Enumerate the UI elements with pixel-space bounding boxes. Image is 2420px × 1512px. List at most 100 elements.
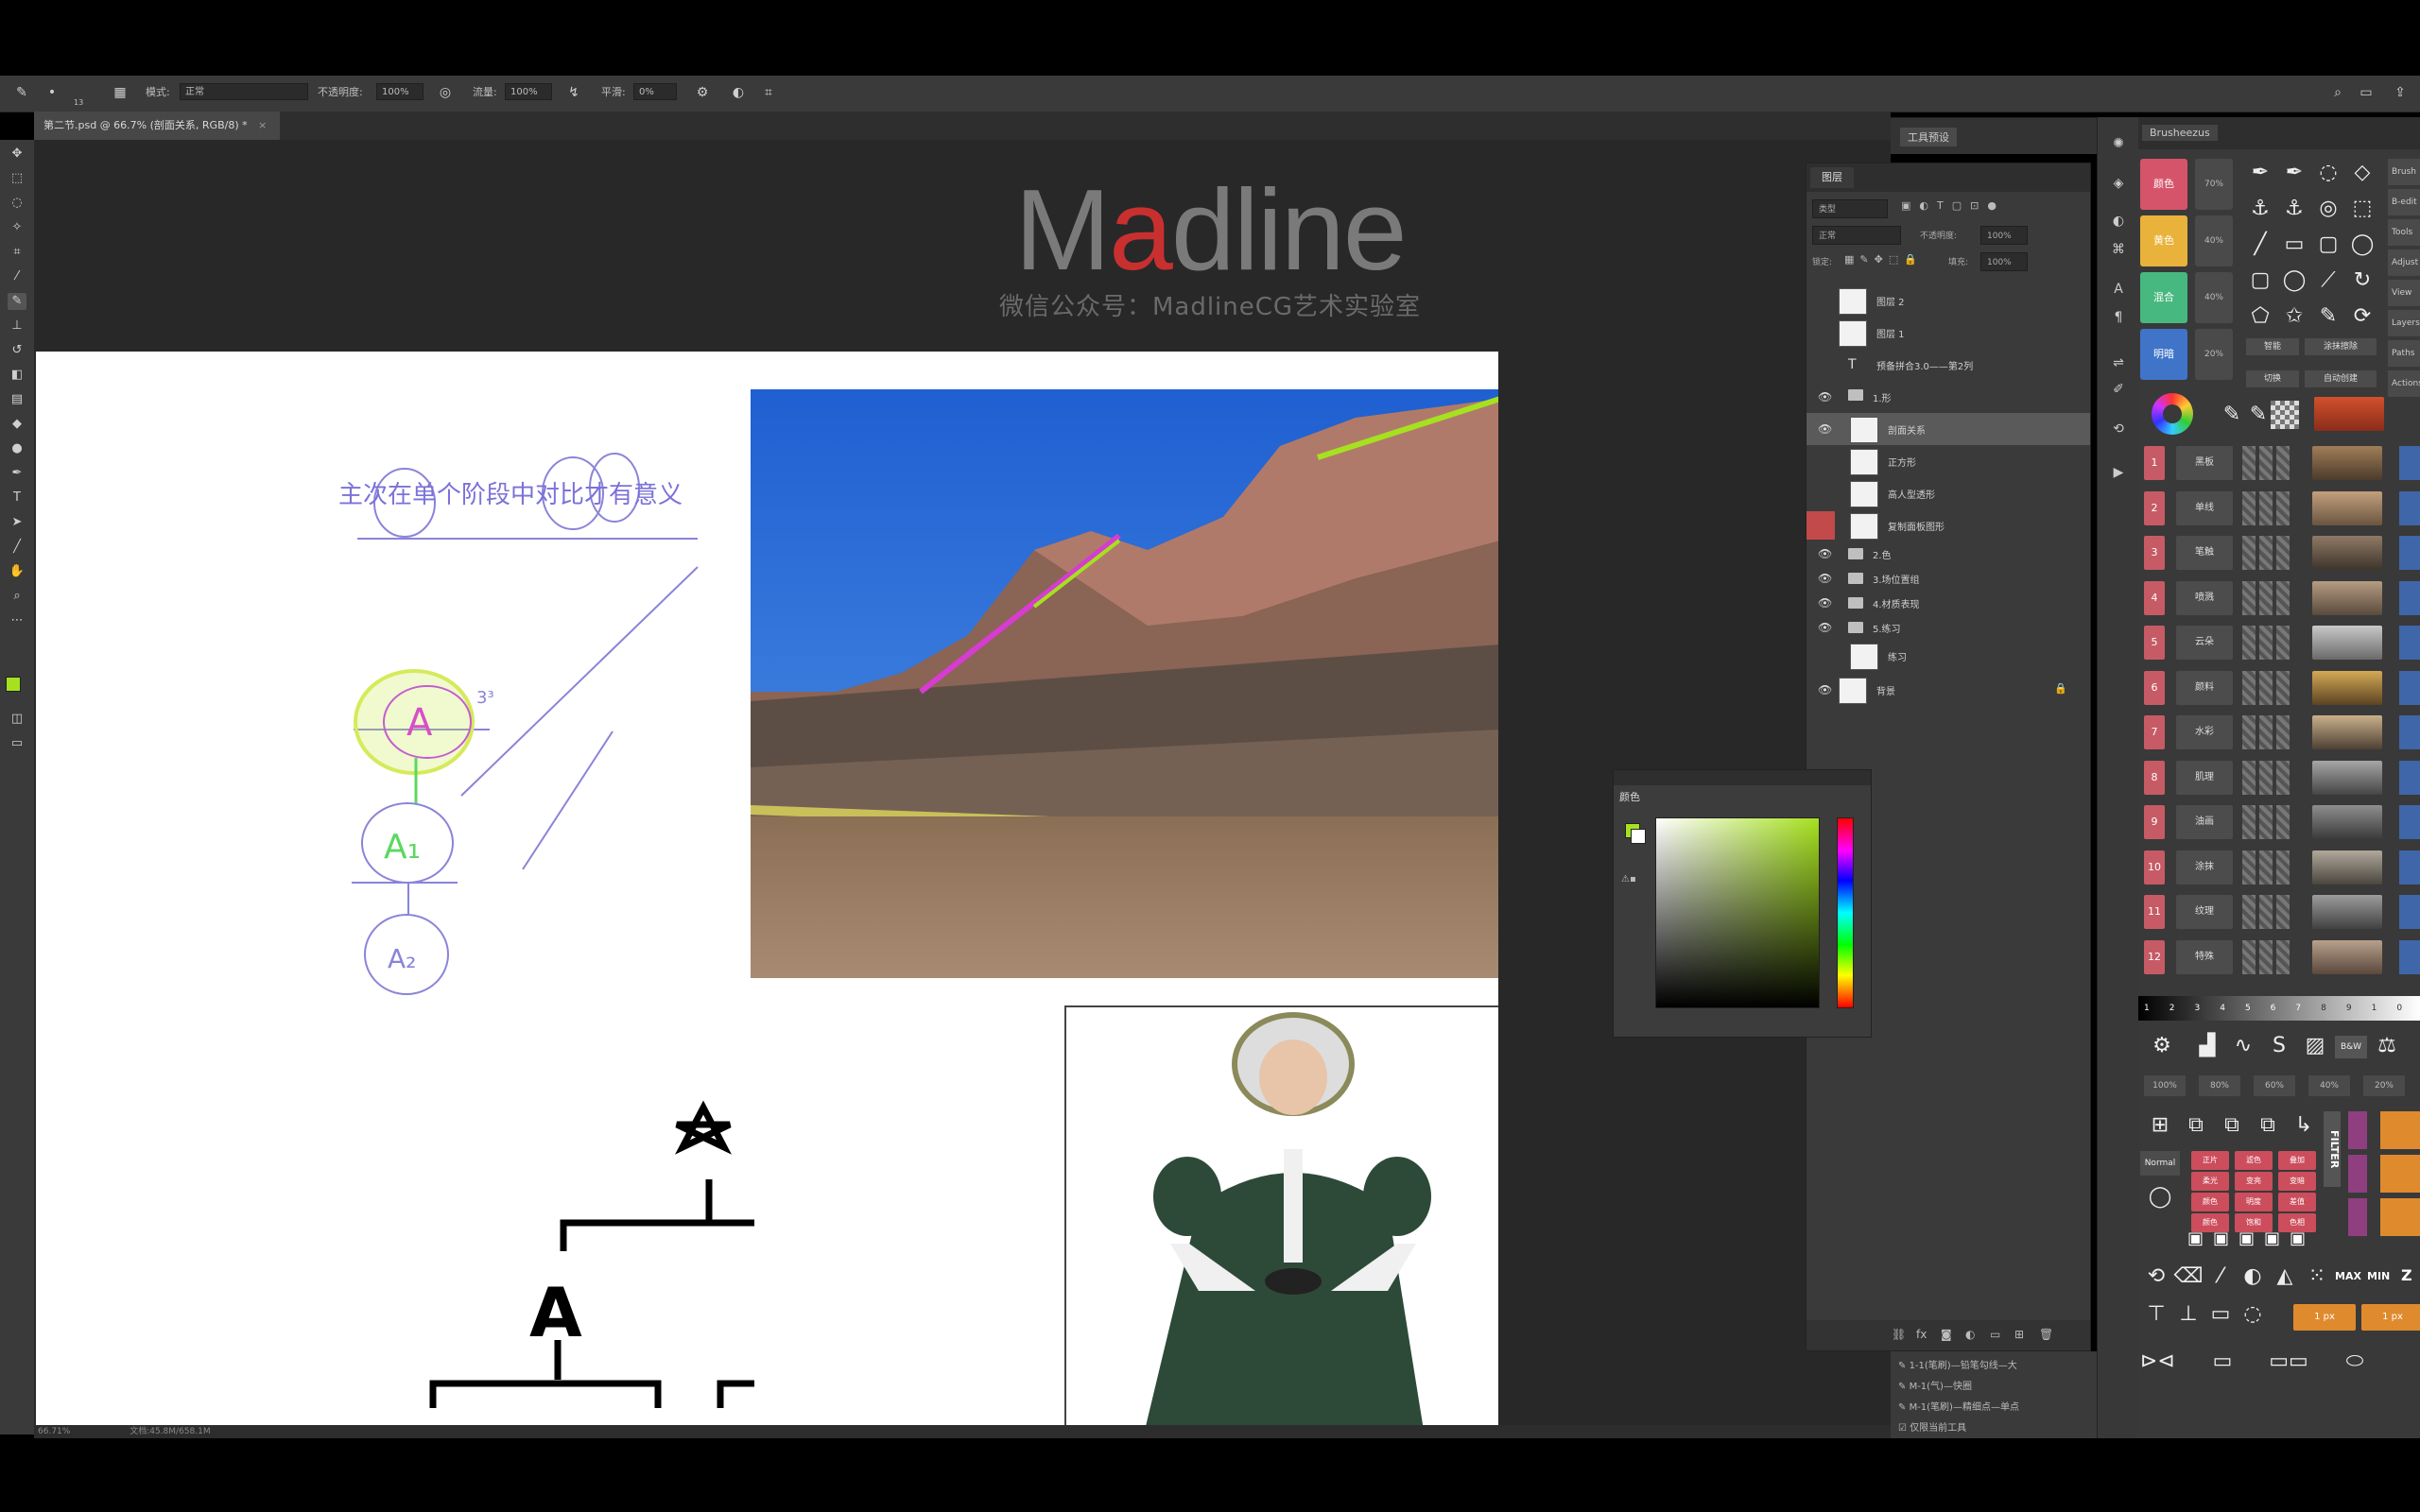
lasso-select-icon[interactable]: ◌: [2237, 1298, 2269, 1331]
brush-row-name[interactable]: 单线: [2176, 490, 2233, 525]
quick-mask-icon[interactable]: ◫: [8, 711, 26, 728]
layer-fill-input[interactable]: 100%: [1980, 252, 2028, 271]
visibility-eye-icon[interactable]: 👁: [1818, 547, 1832, 560]
layer-row[interactable]: 图层 2: [1806, 284, 2090, 317]
brush-icon[interactable]: ✎: [2314, 302, 2342, 331]
z-icon[interactable]: Z: [2401, 1266, 2412, 1284]
layer-row[interactable]: 复制面板图形: [1806, 509, 2090, 541]
visibility-eye-icon[interactable]: 👁: [1818, 683, 1832, 696]
normal-blend-button[interactable]: Normal: [2140, 1151, 2180, 1176]
brush-texture-swatch[interactable]: [2312, 536, 2382, 570]
brush-row-number[interactable]: 3: [2144, 536, 2165, 570]
blend-mode-button[interactable]: 变暗: [2278, 1172, 2316, 1191]
color-mode-button[interactable]: 颜色: [2140, 159, 2187, 210]
brush-row-name[interactable]: 特殊: [2176, 939, 2233, 974]
gradient-tool-icon[interactable]: ▤: [8, 391, 26, 408]
layer-row-selected[interactable]: 👁 剖面关系: [1806, 413, 2090, 445]
current-tool-only-checkbox[interactable]: ☑ 仅限当前工具: [1898, 1419, 1966, 1434]
s-curve-icon[interactable]: S: [2263, 1030, 2295, 1062]
channels-panel-icon[interactable]: ⇌: [2109, 353, 2128, 372]
gamut-warning-icon[interactable]: ⚠▪: [1621, 874, 1636, 885]
brusheezus-tab[interactable]: Brusheezus: [2142, 125, 2218, 141]
brush-row-number[interactable]: 11: [2144, 895, 2165, 929]
tool-preset-item[interactable]: ✎ M-1(笔刷)—精细点—单点: [1898, 1399, 2019, 1413]
value-mode-button[interactable]: 明暗: [2140, 329, 2187, 380]
brush-row-number[interactable]: 7: [2144, 715, 2165, 749]
brush-texture-swatch[interactable]: [2312, 490, 2382, 525]
lasso-icon[interactable]: ◌: [2314, 159, 2342, 187]
blend-icon[interactable]: ◐: [2237, 1261, 2269, 1293]
more-tools-icon[interactable]: ⋯: [8, 612, 26, 629]
anchor-icon[interactable]: ⚓: [2246, 195, 2274, 223]
blend-mode-button[interactable]: 差值: [2278, 1193, 2316, 1211]
foreground-color-swatch[interactable]: [6, 677, 21, 692]
blend-mode-button[interactable]: 柔光: [2191, 1172, 2229, 1191]
merge-down-icon[interactable]: ⧉: [2216, 1109, 2248, 1142]
layers-panel-icon[interactable]: ◈: [2109, 174, 2128, 193]
levels-icon[interactable]: ▟: [2191, 1030, 2223, 1062]
lasso-tool-icon[interactable]: ◌: [8, 195, 26, 212]
brush-row-name[interactable]: 云朵: [2176, 626, 2233, 660]
brush-texture-swatch[interactable]: [2312, 939, 2382, 974]
actions-panel-icon[interactable]: ▶: [2109, 463, 2128, 482]
screen-mode-icon[interactable]: ▭: [8, 735, 26, 752]
brush-row-number[interactable]: 5: [2144, 626, 2165, 660]
opacity-preset-button[interactable]: 20%: [2195, 329, 2233, 380]
brush-row-color-bar[interactable]: [2399, 715, 2420, 749]
side-chip-orange[interactable]: [2380, 1155, 2420, 1193]
magic-wand-tool-icon[interactable]: ✧: [8, 219, 26, 236]
transparency-icon[interactable]: [2271, 401, 2299, 429]
brush-row-number[interactable]: 12: [2144, 939, 2165, 974]
value-number-strip[interactable]: 12345678910: [2138, 996, 2420, 1021]
adj-percent-button[interactable]: 40%: [2308, 1075, 2350, 1096]
opacity-preset-button[interactable]: 40%: [2195, 272, 2233, 323]
brush-row-color-bar[interactable]: [2399, 536, 2420, 570]
brush-row-number[interactable]: 2: [2144, 490, 2165, 525]
adjustment-layer-icon[interactable]: ◐: [1965, 1328, 1975, 1341]
eraser-icon[interactable]: ⌫: [2172, 1261, 2204, 1293]
side-chip-orange[interactable]: [2380, 1198, 2420, 1236]
filter-icons[interactable]: ▣◐T▢⊡●: [1901, 199, 2005, 212]
blur-tool-icon[interactable]: ◆: [8, 416, 26, 433]
star-icon[interactable]: ✩: [2280, 302, 2308, 331]
workspace-icon[interactable]: ▭: [2358, 84, 2375, 101]
zoom-tool-icon[interactable]: ⌕: [8, 588, 26, 605]
eyedropper-icon[interactable]: ⁄: [2204, 1261, 2237, 1293]
brush-row-name[interactable]: 肌理: [2176, 760, 2233, 795]
polygon-lasso-icon[interactable]: ◇: [2348, 159, 2377, 187]
layer-group-row[interactable]: 👁 3.场位置组: [1806, 566, 2090, 591]
settings-gear-icon[interactable]: ⚙: [2146, 1030, 2178, 1062]
circle-icon[interactable]: ◯: [2280, 266, 2308, 295]
mode-select[interactable]: 正常: [180, 83, 308, 100]
background-layer-row[interactable]: 👁 背景 🔒: [1806, 674, 2090, 706]
layer-group-row[interactable]: 👁 4.材质表现: [1806, 591, 2090, 615]
smudge-erase-button[interactable]: 涂抹擦除: [2305, 338, 2377, 355]
color-panel-titlebar[interactable]: [1614, 770, 1871, 785]
rounded-rect-icon[interactable]: ▢: [2246, 266, 2274, 295]
hand-tool-icon[interactable]: ✋: [8, 563, 26, 580]
path-select-tool-icon[interactable]: ➤: [8, 514, 26, 531]
side-tab-actions[interactable]: Actions: [2388, 370, 2420, 397]
character-panel-icon[interactable]: A: [2109, 280, 2128, 299]
brush-row-number[interactable]: 8: [2144, 760, 2165, 795]
layer-opacity-input[interactable]: 100%: [1980, 226, 2028, 245]
share-icon[interactable]: ⇪: [2392, 84, 2409, 101]
brush-row-color-bar[interactable]: [2399, 446, 2420, 480]
blend-mode-button[interactable]: 颜色: [2191, 1193, 2229, 1211]
tool-presets-tab[interactable]: 工具预设: [1900, 128, 1957, 146]
yellow-mode-button[interactable]: 黄色: [2140, 215, 2187, 266]
pen-tool-icon[interactable]: ✒: [8, 465, 26, 482]
rectangle-icon[interactable]: ▭: [2280, 231, 2308, 259]
pressure-opacity-icon[interactable]: ◎: [437, 84, 454, 101]
smart-button[interactable]: 智能: [2246, 338, 2299, 355]
side-tab-bedit[interactable]: B-edit: [2388, 189, 2420, 215]
blend-mode-select[interactable]: 正常: [1812, 226, 1901, 245]
layer-style-icon[interactable]: fx: [1916, 1328, 1927, 1341]
move-tool-icon[interactable]: ✥: [8, 146, 26, 163]
flip-horizontal-icon[interactable]: ⊳⊲: [2140, 1346, 2175, 1378]
toggle-button[interactable]: 切换: [2246, 370, 2299, 387]
tool-preset-item[interactable]: ✎ 1-1(笔刷)—铅笔勾线—大: [1898, 1357, 2017, 1371]
balance-icon[interactable]: ⚖: [2371, 1030, 2403, 1062]
line-tool-icon[interactable]: ╱: [8, 539, 26, 556]
new-group-icon[interactable]: ▭: [1990, 1328, 2000, 1341]
